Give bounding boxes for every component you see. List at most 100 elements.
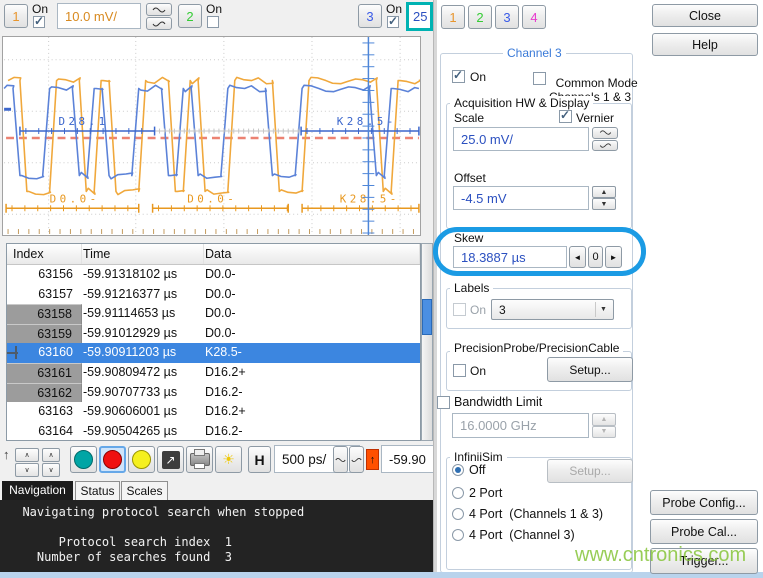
bandwidth-up-button[interactable]: ▲ xyxy=(592,413,616,426)
probe-config-button[interactable]: Probe Config... xyxy=(650,490,758,515)
horizontal-button[interactable]: H xyxy=(248,446,271,473)
print-button[interactable] xyxy=(186,446,213,473)
step-up-button[interactable]: ∧ xyxy=(42,448,60,462)
radio-icon xyxy=(452,508,464,520)
column-header-index[interactable]: Index xyxy=(7,244,82,264)
offset-value-field[interactable]: -4.5 mV xyxy=(453,186,589,210)
common-mode-checkbox[interactable] xyxy=(533,72,546,85)
table-row[interactable]: 63156-59.91318102 µsD0.0- xyxy=(7,265,420,285)
scale-fine-button[interactable] xyxy=(146,17,172,30)
channel-1-scale-field[interactable]: 10.0 mV/ xyxy=(57,3,141,29)
offset-up-button[interactable]: ▲ xyxy=(592,186,616,198)
cell-data: D0.0- xyxy=(204,304,420,324)
bandwidth-limit-checkbox[interactable] xyxy=(437,396,450,409)
table-row[interactable]: 63159-59.91012929 µsD0.0- xyxy=(7,324,420,344)
channel-3-on-checkbox[interactable] xyxy=(387,16,399,28)
table-row[interactable]: 63160-59.90911203 µsK28.5- xyxy=(7,343,420,363)
radio-icon xyxy=(452,487,464,499)
skew-increment-button[interactable]: ► xyxy=(605,246,622,268)
stop-button[interactable] xyxy=(99,446,126,473)
console-text: Navigating protocol search when stopped … xyxy=(0,500,433,565)
sun-icon: ☀ xyxy=(222,451,235,468)
infiniisim-option-4-port-channels-1-3-[interactable]: 4 Port (Channels 1 & 3) xyxy=(452,507,603,521)
pointer-icon: ↗ xyxy=(162,451,180,469)
infiniisim-option-4-port-channel-3-[interactable]: 4 Port (Channel 3) xyxy=(452,528,575,542)
cell-data: D16.2- xyxy=(204,422,420,442)
printer-icon xyxy=(190,453,210,466)
labels-combo[interactable]: 3 ▼ xyxy=(491,299,614,320)
table-row[interactable]: 63164-59.90504265 µsD16.2- xyxy=(7,422,420,442)
scale-fine-adjust-button[interactable] xyxy=(592,140,618,152)
cell-time: -59.91114653 µs xyxy=(82,304,204,324)
tab-navigation[interactable]: Navigation xyxy=(2,481,73,500)
table-scrollbar[interactable] xyxy=(421,243,433,441)
scrollbar-thumb[interactable] xyxy=(422,299,432,335)
bandwidth-down-button[interactable]: ▼ xyxy=(592,426,616,439)
cell-time: -59.91216377 µs xyxy=(82,285,204,305)
cell-index: 63159 xyxy=(7,324,82,344)
precision-setup-button[interactable]: Setup... xyxy=(547,357,633,382)
scale-coarse-adjust-button[interactable] xyxy=(592,127,618,139)
timebase-fine-button[interactable] xyxy=(349,446,364,473)
tab-scales[interactable]: Scales xyxy=(121,481,168,500)
channel-3-group-title: Channel 3 xyxy=(503,46,566,60)
trigger-marker-icon[interactable]: ↑ xyxy=(366,449,379,470)
channel-3-button[interactable]: 3 xyxy=(358,4,382,28)
panel-channel-3-tab[interactable]: 3 xyxy=(495,5,519,29)
bandwidth-value-field[interactable]: 16.0000 GHz xyxy=(452,413,589,438)
panel-channel-2-tab[interactable]: 2 xyxy=(468,5,492,29)
channel-on-checkbox[interactable] xyxy=(452,70,465,83)
decode-label: D0.0- xyxy=(187,192,237,205)
probe-cal-button[interactable]: Probe Cal... xyxy=(650,519,758,544)
cell-index: 63156 xyxy=(7,265,82,285)
timebase-coarse-button[interactable] xyxy=(333,446,348,473)
infiniisim-option-off[interactable]: Off xyxy=(452,463,485,477)
nav-up-button[interactable]: ∧ xyxy=(15,448,39,462)
decode-label: K28.5- xyxy=(340,192,400,205)
skew-zero-button[interactable]: 0 xyxy=(588,246,603,268)
help-button[interactable]: Help xyxy=(652,33,758,56)
table-body: 63156-59.91318102 µsD0.0-63157-59.912163… xyxy=(7,265,420,441)
column-header-time[interactable]: Time xyxy=(82,244,204,264)
scale-value-field[interactable]: 25.0 mV/ xyxy=(453,127,589,151)
panel-channel-4-tab[interactable]: 4 xyxy=(522,5,546,29)
panel-channel-1-tab[interactable]: 1 xyxy=(441,5,465,29)
infiniisim-option-2-port[interactable]: 2 Port xyxy=(452,486,502,500)
channel-1-button[interactable]: 1 xyxy=(4,4,28,28)
trigger-position-field[interactable]: -59.90 xyxy=(381,445,433,473)
vernier-checkbox[interactable] xyxy=(559,110,572,123)
protocol-listing-table: Index Time Data 63156-59.91318102 µsD0.0… xyxy=(6,243,421,441)
channel-2-on-checkbox[interactable] xyxy=(207,16,219,28)
single-button[interactable] xyxy=(128,446,155,473)
channel-1-on-checkbox[interactable] xyxy=(33,16,45,28)
scale-coarse-button[interactable] xyxy=(146,3,172,16)
tab-status[interactable]: Status xyxy=(75,481,120,500)
table-row[interactable]: 63163-59.90606001 µsD16.2+ xyxy=(7,402,420,422)
table-row[interactable]: 63157-59.91216377 µsD0.0- xyxy=(7,285,420,305)
table-row[interactable]: 63162-59.90707733 µsD16.2- xyxy=(7,383,420,403)
table-row[interactable]: 63158-59.91114653 µsD0.0- xyxy=(7,304,420,324)
offset-down-button[interactable]: ▼ xyxy=(592,198,616,210)
nav-down-button[interactable]: ∨ xyxy=(15,463,39,477)
precision-on-checkbox[interactable] xyxy=(453,364,466,377)
skew-decrement-button[interactable]: ◄ xyxy=(569,246,586,268)
skew-value-field[interactable]: 18.3887 µs xyxy=(453,246,567,268)
skew-label: Skew xyxy=(454,231,483,245)
table-row[interactable]: 63161-59.90809472 µsD16.2+ xyxy=(7,363,420,383)
waveform-display[interactable]: D0.0-D0.0-K28.5-D28.1K28.5- xyxy=(2,36,421,236)
display-button[interactable]: ☀ xyxy=(215,446,242,473)
cell-data: D0.0- xyxy=(204,265,420,285)
channel-3-scale-field-active[interactable]: 25 xyxy=(406,2,433,31)
cell-data: K28.5- xyxy=(204,343,420,363)
cell-time: -59.90606001 µs xyxy=(82,402,204,422)
cell-index: 63164 xyxy=(7,422,82,442)
run-button[interactable] xyxy=(70,446,97,473)
column-header-data[interactable]: Data xyxy=(204,244,420,264)
touch-button[interactable]: ↗ xyxy=(157,446,184,473)
infiniisim-setup-button[interactable]: Setup... xyxy=(547,459,633,483)
step-down-button[interactable]: ∨ xyxy=(42,463,60,477)
infiniisim-group-title: InfiniiSim xyxy=(450,450,507,464)
channel-2-button[interactable]: 2 xyxy=(178,4,202,28)
close-button[interactable]: Close xyxy=(652,4,758,27)
labels-on-checkbox[interactable] xyxy=(453,303,466,316)
